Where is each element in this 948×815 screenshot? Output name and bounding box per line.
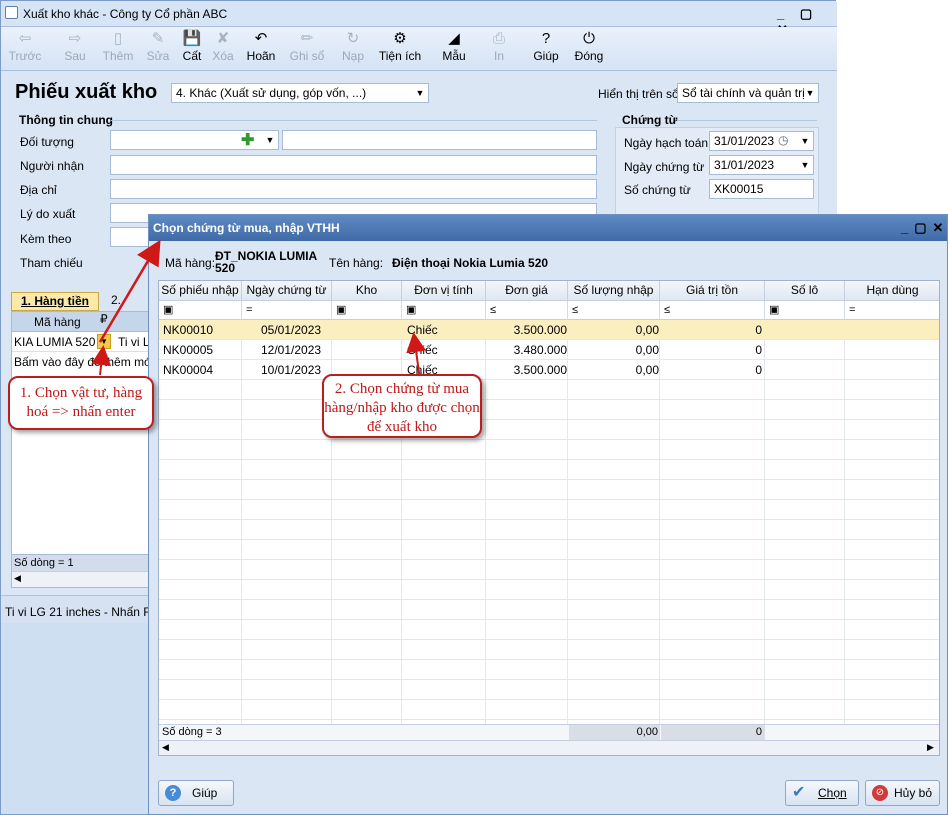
arrow-to-item — [91, 345, 112, 376]
callout-step-1: 1. Chọn vật tư, hàng hoá => nhấn enter — [8, 376, 154, 430]
arrow-to-dialog — [98, 239, 161, 343]
callout-step-2: 2. Chọn chứng từ mua hàng/nhập kho được … — [322, 374, 482, 438]
